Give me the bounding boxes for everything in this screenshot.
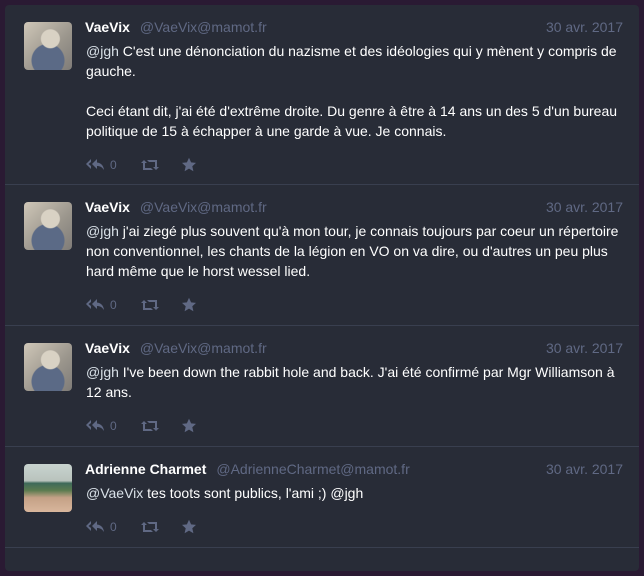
reply-button[interactable]: 0 xyxy=(85,520,117,534)
retweet-icon xyxy=(140,522,159,532)
timestamp[interactable]: 30 avr. 2017 xyxy=(546,199,623,215)
reply-count: 0 xyxy=(110,520,117,534)
boost-button[interactable] xyxy=(140,520,159,534)
status-content: @jgh C'est une dénonciation du nazisme e… xyxy=(86,41,623,141)
account-handle[interactable]: @VaeVix@mamot.fr xyxy=(140,199,267,215)
display-name[interactable]: Adrienne Charmet xyxy=(85,461,206,477)
status-header: Adrienne Charmet @AdrienneCharmet@mamot.… xyxy=(85,461,623,481)
status[interactable]: VaeVix @VaeVix@mamot.fr 30 avr. 2017 @jg… xyxy=(5,5,639,185)
mention-link[interactable]: @jgh xyxy=(86,43,119,59)
favourite-button[interactable] xyxy=(181,157,197,173)
timestamp[interactable]: 30 avr. 2017 xyxy=(546,461,623,477)
retweet-icon xyxy=(140,160,159,170)
status-actions: 0 xyxy=(85,517,623,537)
account-handle[interactable]: @VaeVix@mamot.fr xyxy=(140,340,267,356)
status-header: VaeVix @VaeVix@mamot.fr 30 avr. 2017 xyxy=(85,19,623,39)
status[interactable]: Adrienne Charmet @AdrienneCharmet@mamot.… xyxy=(5,447,639,548)
reply-count: 0 xyxy=(110,419,117,433)
favourite-button[interactable] xyxy=(181,297,197,313)
account-handle[interactable]: @VaeVix@mamot.fr xyxy=(140,19,267,35)
reply-count: 0 xyxy=(110,298,117,312)
avatar[interactable] xyxy=(24,202,72,250)
status-header: VaeVix @VaeVix@mamot.fr 30 avr. 2017 xyxy=(85,340,623,360)
status-text: I've been down the rabbit hole and back.… xyxy=(86,364,615,400)
display-name[interactable]: VaeVix xyxy=(85,199,130,215)
favourite-button[interactable] xyxy=(181,519,197,535)
display-name[interactable]: VaeVix xyxy=(85,340,130,356)
status-actions: 0 xyxy=(85,155,623,175)
reply-button[interactable]: 0 xyxy=(85,158,117,172)
reply-count: 0 xyxy=(110,158,117,172)
reply-button[interactable]: 0 xyxy=(85,419,117,433)
avatar[interactable] xyxy=(24,464,72,512)
avatar[interactable] xyxy=(24,22,72,70)
reply-button[interactable]: 0 xyxy=(85,298,117,312)
retweet-icon xyxy=(140,421,159,431)
status-text: C'est une dénonciation du nazisme et des… xyxy=(86,43,617,79)
status[interactable]: VaeVix @VaeVix@mamot.fr 30 avr. 2017 @jg… xyxy=(5,185,639,326)
reply-all-icon xyxy=(86,420,104,431)
status[interactable]: VaeVix @VaeVix@mamot.fr 30 avr. 2017 @jg… xyxy=(5,326,639,447)
status-header: VaeVix @VaeVix@mamot.fr 30 avr. 2017 xyxy=(85,199,623,219)
boost-button[interactable] xyxy=(140,419,159,433)
star-icon xyxy=(181,297,196,312)
account-handle[interactable]: @AdrienneCharmet@mamot.fr xyxy=(216,461,409,477)
reply-all-icon xyxy=(86,521,104,532)
status-text: Ceci étant dit, j'ai été d'extrême droit… xyxy=(86,103,618,139)
mention-link[interactable]: @VaeVix xyxy=(86,485,143,501)
star-icon xyxy=(181,157,196,172)
status-content: @jgh j'ai ziegé plus souvent qu'à mon to… xyxy=(86,221,623,281)
status-actions: 0 xyxy=(85,295,623,315)
timestamp[interactable]: 30 avr. 2017 xyxy=(546,340,623,356)
favourite-button[interactable] xyxy=(181,418,197,434)
status-content: @VaeVix tes toots sont publics, l'ami ;)… xyxy=(86,483,623,503)
status-actions: 0 xyxy=(85,416,623,436)
reply-all-icon xyxy=(86,159,104,170)
boost-button[interactable] xyxy=(140,158,159,172)
status-text: j'ai ziegé plus souvent qu'à mon tour, j… xyxy=(86,223,619,279)
mention-link[interactable]: @jgh xyxy=(86,223,119,239)
display-name[interactable]: VaeVix xyxy=(85,19,130,35)
status-content: @jgh I've been down the rabbit hole and … xyxy=(86,362,623,402)
retweet-icon xyxy=(140,300,159,310)
avatar[interactable] xyxy=(24,343,72,391)
star-icon xyxy=(181,519,196,534)
mention-link[interactable]: @jgh xyxy=(86,364,119,380)
status-text: tes toots sont publics, l'ami ;) @jgh xyxy=(143,485,364,501)
timeline: VaeVix @VaeVix@mamot.fr 30 avr. 2017 @jg… xyxy=(5,5,639,571)
timestamp[interactable]: 30 avr. 2017 xyxy=(546,19,623,35)
boost-button[interactable] xyxy=(140,298,159,312)
star-icon xyxy=(181,418,196,433)
reply-all-icon xyxy=(86,299,104,310)
